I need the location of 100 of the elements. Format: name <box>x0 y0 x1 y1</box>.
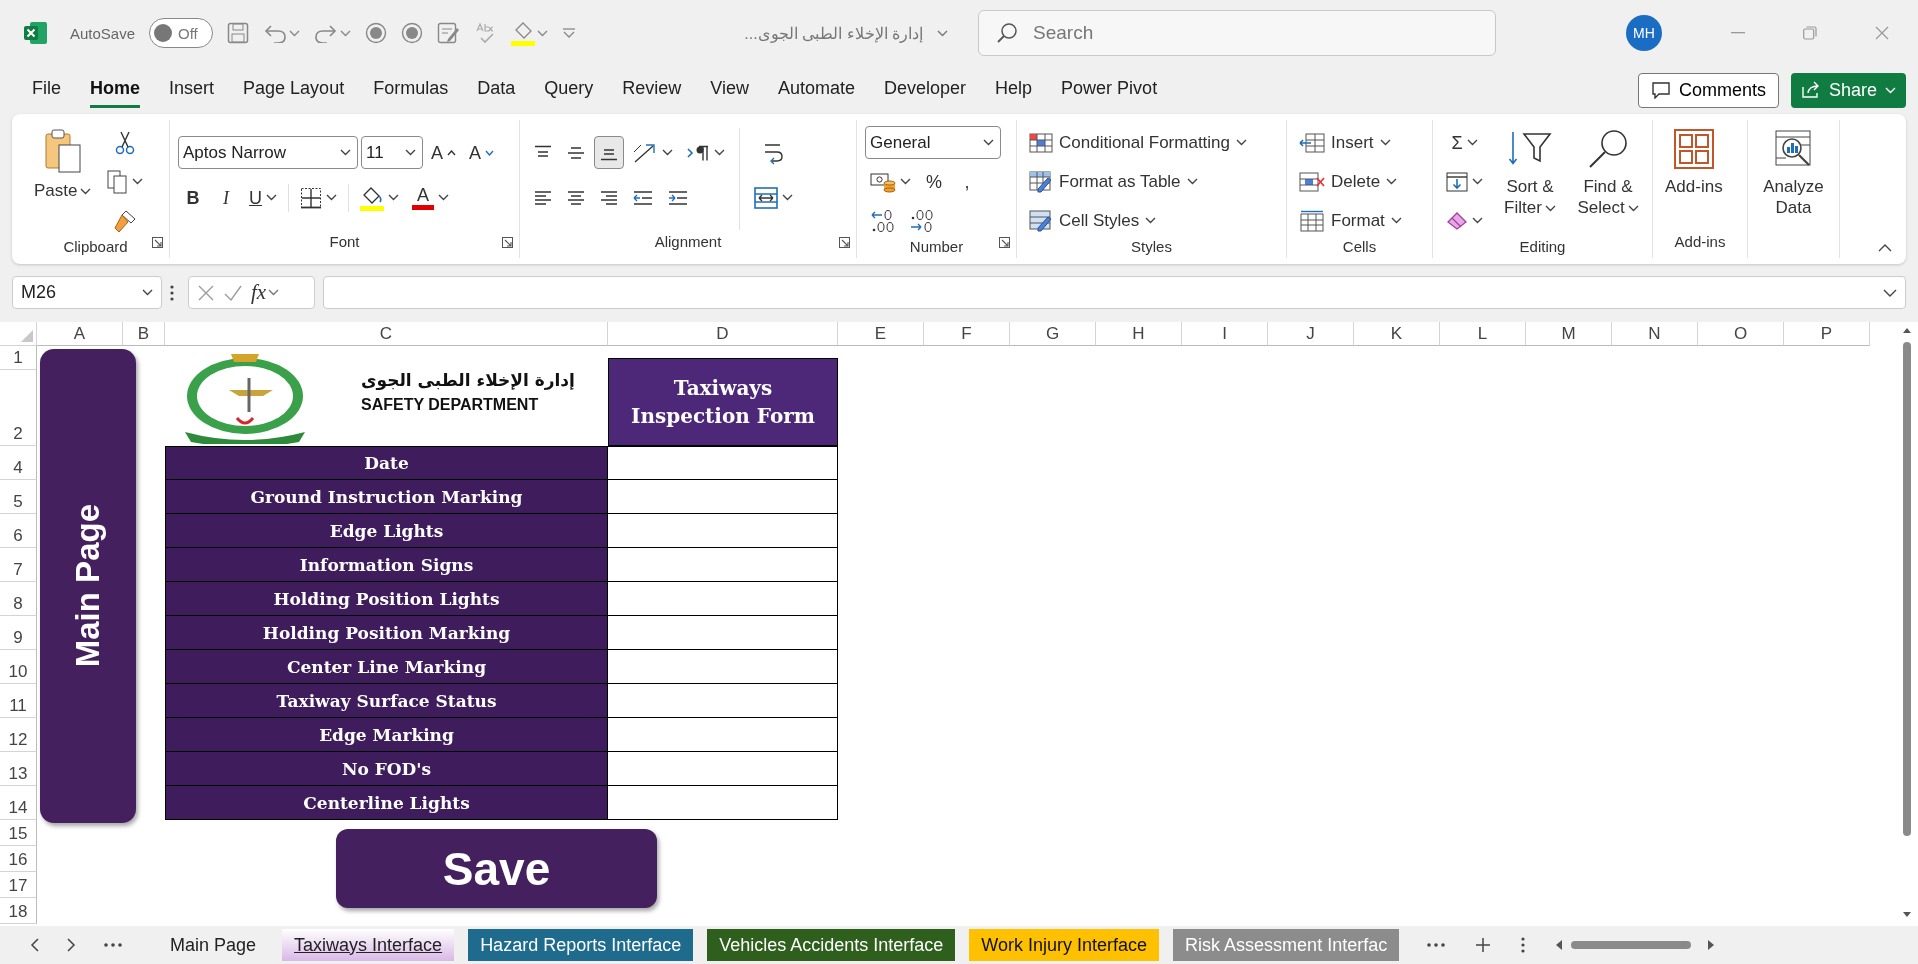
cell-styles-button[interactable]: Cell Styles <box>1025 204 1252 237</box>
more-options-icon[interactable] <box>170 284 174 301</box>
row-header[interactable]: 13 <box>0 752 37 786</box>
comma-style-button[interactable]: , <box>952 165 982 198</box>
italic-button[interactable]: I <box>211 181 241 214</box>
sort-filter-button[interactable]: Sort & Filter <box>1494 126 1566 220</box>
font-color-button[interactable]: A <box>407 181 454 214</box>
percent-style-button[interactable]: % <box>919 165 949 198</box>
column-header[interactable]: O <box>1698 322 1784 346</box>
format-as-table-button[interactable]: Format as Table <box>1025 165 1252 198</box>
input-cell[interactable] <box>608 582 838 616</box>
input-cell[interactable] <box>608 480 838 514</box>
row-header[interactable]: 1 <box>0 346 37 370</box>
main-page-button[interactable]: Main Page <box>40 349 136 823</box>
sheet-tab[interactable]: Vehicles Accidents Interface <box>707 929 956 961</box>
autosum-button[interactable]: Σ <box>1441 126 1488 159</box>
menu-tab[interactable]: View <box>710 72 749 108</box>
row-header[interactable]: 6 <box>0 514 37 548</box>
row-header[interactable]: 14 <box>0 786 37 820</box>
formula-input[interactable] <box>323 276 1906 309</box>
highlighter-icon[interactable] <box>511 20 536 46</box>
column-header[interactable]: C <box>165 322 608 346</box>
input-cell[interactable] <box>608 548 838 582</box>
column-header[interactable]: M <box>1526 322 1612 346</box>
share-button[interactable]: Share <box>1790 72 1906 108</box>
insert-cells-button[interactable]: Insert <box>1295 126 1406 159</box>
menu-tab[interactable]: Formulas <box>373 72 449 108</box>
align-bottom-button[interactable] <box>594 136 624 169</box>
expand-icon[interactable] <box>1883 288 1897 297</box>
row-header[interactable]: 12 <box>0 718 37 752</box>
column-header[interactable]: A <box>37 322 123 346</box>
input-cell[interactable] <box>608 616 838 650</box>
column-header[interactable]: D <box>608 322 838 346</box>
row-header[interactable]: 2 <box>0 370 37 446</box>
menu-tab[interactable]: File <box>32 72 61 108</box>
sheet-tab[interactable]: Hazard Reports Interface <box>468 929 694 961</box>
check-icon[interactable] <box>223 283 243 302</box>
collapse-ribbon-icon[interactable] <box>1878 244 1892 252</box>
save-button[interactable]: Save <box>336 829 657 908</box>
row-header[interactable]: 11 <box>0 684 37 718</box>
paste-button[interactable]: Paste <box>30 126 96 203</box>
grow-font-button[interactable]: A <box>426 136 461 169</box>
cancel-icon[interactable] <box>197 283 215 302</box>
sheet-tab[interactable]: Work Injury Interface <box>969 929 1160 961</box>
input-cell[interactable] <box>608 684 838 718</box>
customize-toolbar-icon[interactable] <box>562 27 577 39</box>
record-icon[interactable] <box>401 22 424 44</box>
dropdown-field[interactable]: Aptos Narrow <box>178 136 358 169</box>
row-header[interactable]: 4 <box>0 446 37 480</box>
plus-icon[interactable] <box>1475 937 1492 953</box>
chevron-right-icon[interactable] <box>67 938 76 952</box>
analyze-data-button[interactable]: Analyze Data <box>1756 126 1831 220</box>
save-icon[interactable] <box>227 22 250 44</box>
column-header[interactable]: J <box>1268 322 1354 346</box>
toggle-switch[interactable]: Off <box>149 18 214 48</box>
menu-tab[interactable]: Home <box>90 72 141 108</box>
menu-tab[interactable]: Page Layout <box>243 72 345 108</box>
menu-tab[interactable]: Developer <box>884 72 967 108</box>
caret-icon[interactable] <box>937 29 948 37</box>
more-icon[interactable] <box>1427 943 1446 947</box>
input-cell[interactable] <box>608 446 838 480</box>
sheet-tab[interactable]: Main Page <box>158 929 269 961</box>
record-icon[interactable] <box>365 22 388 44</box>
input-cell[interactable] <box>608 650 838 684</box>
dialog-launcher-icon[interactable] <box>839 237 850 248</box>
horizontal-scrollbar[interactable] <box>1555 938 1716 952</box>
column-header[interactable]: I <box>1182 322 1268 346</box>
menu-tab[interactable]: Help <box>995 72 1033 108</box>
form-pencil-icon[interactable] <box>437 22 462 44</box>
conditional-formatting-button[interactable]: Conditional Formatting <box>1025 126 1252 159</box>
find-select-button[interactable]: Find & Select <box>1572 126 1644 220</box>
dialog-launcher-icon[interactable] <box>999 237 1010 248</box>
row-header[interactable]: 18 <box>0 898 37 924</box>
row-header[interactable]: 7 <box>0 548 37 582</box>
user-avatar[interactable]: MH <box>1626 15 1662 51</box>
undo-icon[interactable] <box>263 23 288 43</box>
column-header[interactable]: L <box>1440 322 1526 346</box>
row-header[interactable]: 15 <box>0 820 37 846</box>
menu-tab[interactable]: Power Pivot <box>1061 72 1158 108</box>
column-header[interactable]: P <box>1784 322 1870 346</box>
name-box[interactable]: M26 <box>12 276 162 309</box>
more-icon[interactable] <box>104 943 122 947</box>
row-header[interactable]: 9 <box>0 616 37 650</box>
row-header[interactable]: 17 <box>0 872 37 898</box>
column-header[interactable]: E <box>838 322 924 346</box>
dialog-launcher-icon[interactable] <box>152 237 163 248</box>
menu-tab[interactable]: Automate <box>777 72 855 108</box>
chevron-left-icon[interactable] <box>30 938 39 952</box>
underline-button[interactable]: U <box>244 181 282 214</box>
bold-button[interactable]: B <box>178 181 208 214</box>
more-options-icon[interactable] <box>1521 937 1526 953</box>
row-header[interactable]: 10 <box>0 650 37 684</box>
dropdown-field[interactable]: General <box>865 126 1001 159</box>
column-header[interactable]: B <box>123 322 165 346</box>
input-cell[interactable] <box>608 786 838 820</box>
redo-icon[interactable] <box>314 23 339 43</box>
menu-tab[interactable]: Query <box>544 72 594 108</box>
dialog-launcher-icon[interactable] <box>502 237 513 248</box>
sheet-tab[interactable]: Taxiways Interface <box>282 929 455 961</box>
column-header[interactable]: K <box>1354 322 1440 346</box>
